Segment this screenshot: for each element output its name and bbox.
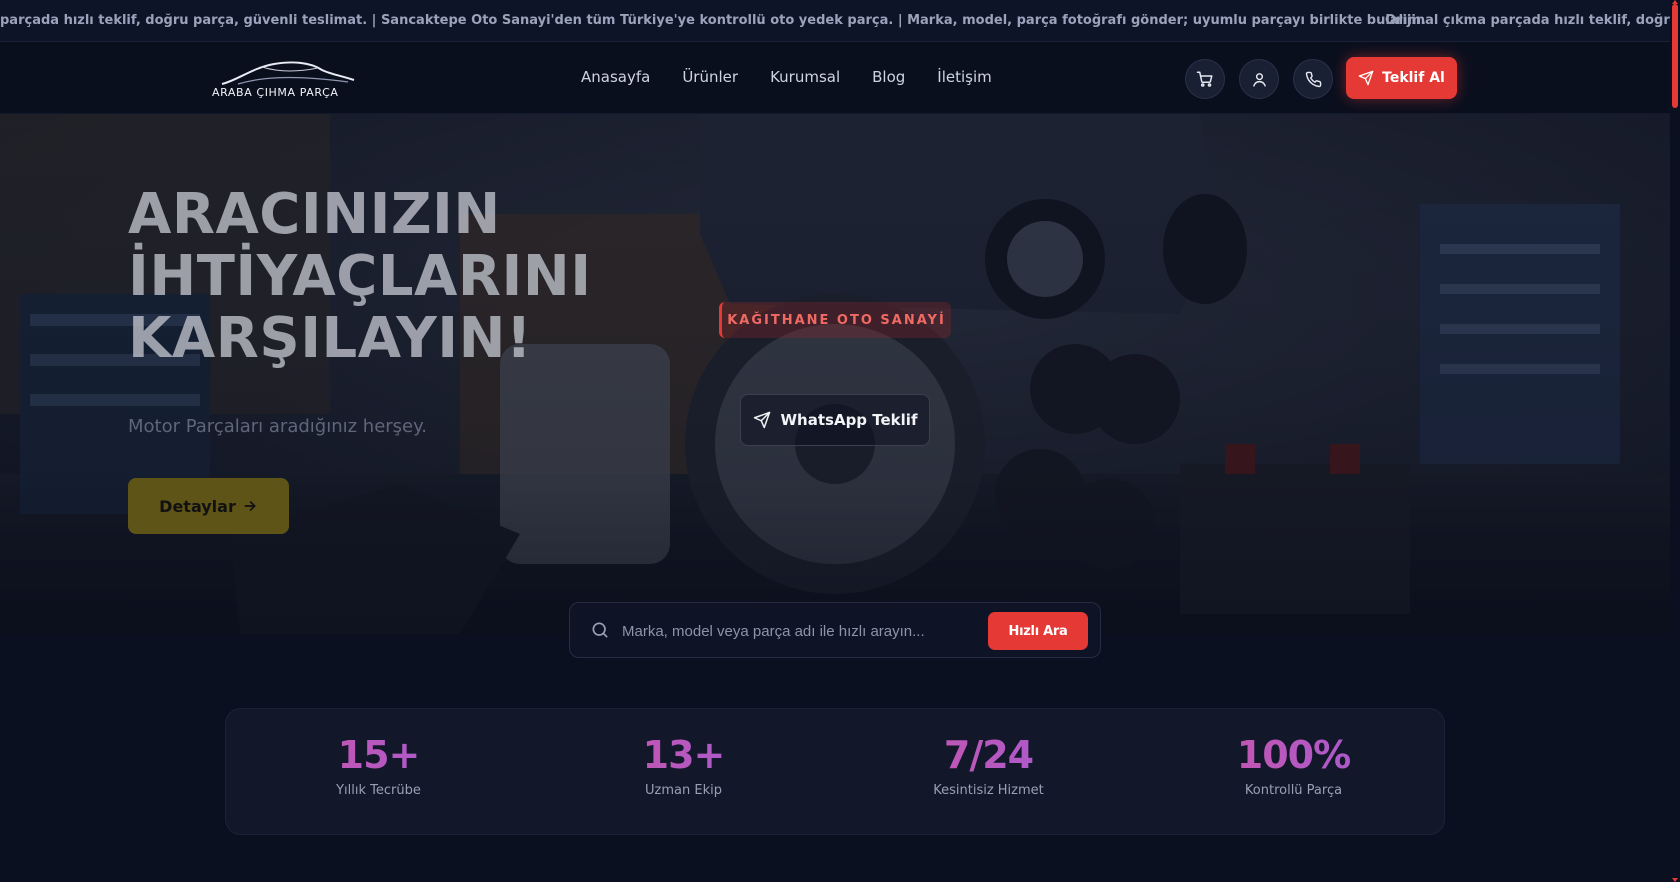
send-icon [753, 411, 770, 429]
stat-value: 100% [1141, 733, 1446, 777]
scroll-down-arrow-icon[interactable] [1672, 878, 1678, 882]
details-label: Detaylar [159, 496, 236, 516]
search-icon [592, 622, 608, 638]
announcement-ticker: parçada hızlı teklif, doğru parça, güven… [0, 0, 1680, 42]
page: parçada hızlı teklif, doğru parça, güven… [0, 0, 1680, 882]
cart-button[interactable] [1185, 59, 1225, 99]
stat-label: Yıllık Tecrübe [336, 783, 421, 798]
car-silhouette-icon [221, 61, 355, 85]
user-icon [1252, 72, 1266, 87]
hero-section: ARACINIZIN İHTİYAÇLARINI KARŞILAYIN! Mot… [0, 114, 1680, 634]
hero-title-line-2: İHTİYAÇLARINI [128, 244, 592, 309]
stat-item: 13+ Uzman Ekip [531, 733, 836, 798]
logo-text: ARABA ÇIHMA PARÇA [212, 86, 339, 99]
quick-search-button[interactable]: Hızlı Ara [988, 612, 1088, 650]
hero-title-line-3: KARŞILAYIN! [128, 306, 532, 371]
details-button[interactable]: Detaylar [128, 478, 289, 534]
whatsapp-quote-label: WhatsApp Teklif [780, 411, 918, 429]
stat-label: Kesintisiz Hizmet [933, 783, 1044, 798]
stat-label: Uzman Ekip [645, 783, 722, 798]
main-nav: Anasayfa Ürünler Kurumsal Blog İletişim [581, 68, 992, 86]
phone-icon [1305, 71, 1321, 87]
hero-title-line-1: ARACINIZIN [128, 182, 501, 247]
stat-item: 7/24 Kesintisiz Hizmet [836, 733, 1141, 798]
stat-value: 7/24 [836, 733, 1141, 777]
stat-item: 100% Kontrollü Parça [1141, 733, 1446, 798]
nav-contact[interactable]: İletişim [937, 68, 991, 86]
stat-value: 15+ [226, 733, 531, 777]
stat-value: 13+ [531, 733, 836, 777]
quick-search-bar: Hızlı Ara [569, 602, 1101, 658]
get-quote-label: Teklif Al [1382, 70, 1445, 86]
ticker-text-repeat: Orijinal çıkma parçada hızlı teklif, doğ… [1385, 13, 1680, 28]
cart-icon [1196, 71, 1213, 87]
arrow-right-icon [244, 501, 256, 511]
site-header: ARABA ÇIHMA PARÇA Anasayfa Ürünler Kurum… [0, 42, 1680, 114]
nav-blog[interactable]: Blog [872, 68, 905, 86]
scroll-thumb[interactable] [1672, 4, 1678, 108]
whatsapp-quote-button[interactable]: WhatsApp Teklif [740, 394, 930, 446]
site-logo[interactable]: ARABA ÇIHMA PARÇA [212, 58, 372, 102]
stat-label: Kontrollü Parça [1244, 783, 1343, 798]
nav-products[interactable]: Ürünler [682, 68, 738, 86]
page-scrollbar[interactable] [1670, 0, 1680, 882]
nav-corporate[interactable]: Kurumsal [770, 68, 840, 86]
send-icon [1358, 70, 1374, 86]
get-quote-button[interactable]: Teklif Al [1346, 57, 1457, 99]
search-input[interactable] [622, 613, 982, 649]
stat-item: 15+ Yıllık Tecrübe [226, 733, 531, 798]
location-badge: KAĞITHANE OTO SANAYİ [719, 302, 951, 338]
ticker-text: parçada hızlı teklif, doğru parça, güven… [0, 13, 1426, 28]
account-button[interactable] [1239, 59, 1279, 99]
nav-home[interactable]: Anasayfa [581, 68, 650, 86]
call-button[interactable] [1293, 59, 1333, 99]
hero-subtitle: Motor Parçaları aradığınız herşey. [128, 416, 427, 437]
stats-panel: 15+ Yıllık Tecrübe 13+ Uzman Ekip 7/24 K… [225, 708, 1445, 835]
hero-title: ARACINIZIN İHTİYAÇLARINI KARŞILAYIN! [128, 184, 592, 370]
